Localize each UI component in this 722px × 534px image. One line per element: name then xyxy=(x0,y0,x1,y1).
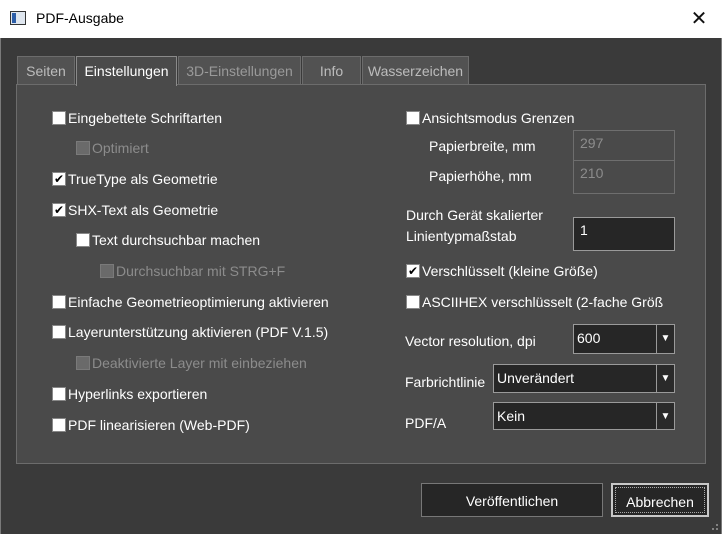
checkbox-label: Eingebettete Schriftarten xyxy=(68,110,223,126)
tab-seiten[interactable]: Seiten xyxy=(17,56,75,84)
chevron-down-icon[interactable]: ▼ xyxy=(656,403,674,429)
combo-value: Kein xyxy=(497,408,526,424)
linetype-scale-field[interactable]: 1 xyxy=(573,217,675,251)
vector-resolution-label: Vector resolution, dpi xyxy=(405,333,536,349)
tab-wasserzeichen[interactable]: Wasserzeichen xyxy=(362,56,469,84)
paper-width-field[interactable]: 297 xyxy=(573,130,675,162)
checkbox-label: Durchsuchbar mit STRG+F xyxy=(116,263,286,279)
checkbox-label: Deaktivierte Layer mit einbeziehen xyxy=(92,355,307,371)
cancel-button[interactable]: Abbrechen xyxy=(611,483,709,517)
chevron-down-icon[interactable]: ▼ xyxy=(656,365,674,392)
tab-einstellungen[interactable]: Einstellungen xyxy=(76,56,177,86)
checkbox-box[interactable] xyxy=(76,356,90,370)
checkbox-label: TrueType als Geometrie xyxy=(68,171,218,187)
checkbox-box[interactable] xyxy=(406,295,420,309)
checkbox-box[interactable] xyxy=(52,418,66,432)
checkbox-box[interactable] xyxy=(76,141,90,155)
checkbox-box[interactable] xyxy=(52,295,66,309)
paper-width-label: Papierbreite, mm xyxy=(429,138,536,154)
checkbox-label: PDF linearisieren (Web-PDF) xyxy=(68,417,250,433)
check-icon[interactable]: ✔ xyxy=(52,203,66,217)
checkbox-label: Hyperlinks exportieren xyxy=(68,386,208,402)
tab-info[interactable]: Info xyxy=(302,56,361,84)
resize-grip-icon[interactable] xyxy=(709,521,719,531)
checkbox-label: Ansichtsmodus Grenzen xyxy=(422,110,575,126)
checkbox-label: SHX-Text als Geometrie xyxy=(68,202,219,218)
window-title: PDF-Ausgabe xyxy=(36,10,124,26)
vector-resolution-combo[interactable]: 600 ▼ xyxy=(573,324,675,354)
paper-height-label: Papierhöhe, mm xyxy=(429,168,532,184)
paper-height-field[interactable]: 210 xyxy=(573,160,675,194)
app-window-icon xyxy=(10,11,26,25)
pdfa-label: PDF/A xyxy=(405,415,447,431)
checkbox-box[interactable] xyxy=(76,233,90,247)
tab-3d-einstellungen[interactable]: 3D-Einstellungen xyxy=(178,56,301,84)
combo-value: Unverändert xyxy=(497,370,575,386)
checkbox-label: Einfache Geometrieoptimierung aktivieren xyxy=(68,294,329,310)
pdfa-combo[interactable]: Kein ▼ xyxy=(493,402,675,430)
color-policy-combo[interactable]: Unverändert ▼ xyxy=(493,364,675,393)
checkbox-label: Optimiert xyxy=(92,140,149,156)
checkbox-box[interactable] xyxy=(52,387,66,401)
checkbox-box[interactable] xyxy=(406,111,420,125)
checkbox-label: Text durchsuchbar machen xyxy=(92,232,261,248)
check-icon[interactable]: ✔ xyxy=(52,172,66,186)
checkbox-label: Verschlüsselt (kleine Größe) xyxy=(422,263,598,279)
close-icon[interactable]: ✕ xyxy=(684,6,714,32)
checkbox-label: ASCIIHEX verschlüsselt (2-fache Größ xyxy=(422,294,664,310)
title-bar: PDF-Ausgabe ✕ xyxy=(0,0,722,38)
checkbox-box[interactable] xyxy=(52,325,66,339)
checkbox-label: Layerunterstützung aktivieren (PDF V.1.5… xyxy=(68,324,329,340)
checkbox-box[interactable] xyxy=(100,264,114,278)
checkbox-box[interactable] xyxy=(52,111,66,125)
combo-value: 600 xyxy=(577,330,601,346)
chevron-down-icon[interactable]: ▼ xyxy=(656,325,674,353)
publish-button[interactable]: Veröffentlichen xyxy=(421,483,603,517)
linetype-scale-label-line1: Durch Gerät skalierter xyxy=(406,207,543,223)
color-policy-label: Farbrichtlinie xyxy=(405,374,486,390)
linetype-scale-label-line2: Linientypmaßstab xyxy=(406,228,517,244)
check-icon[interactable]: ✔ xyxy=(406,264,420,278)
